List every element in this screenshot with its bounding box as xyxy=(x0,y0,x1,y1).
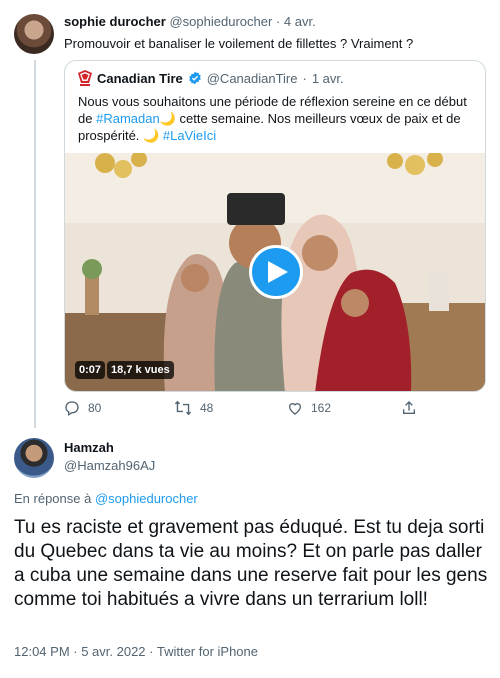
retweet-count: 48 xyxy=(200,401,214,415)
like-count: 162 xyxy=(311,401,332,415)
video-views: 18,7 k vues xyxy=(107,361,174,379)
canadian-tire-logo-icon xyxy=(78,70,92,86)
mention-link[interactable]: @sophiedurocher xyxy=(95,491,198,506)
tweet-body: sophie durocher @sophiedurocher · 4 avr.… xyxy=(64,14,484,52)
avatar[interactable] xyxy=(14,438,54,478)
retweet-button[interactable]: 48 xyxy=(174,400,213,416)
video-duration: 0:07 xyxy=(75,361,106,379)
retweet-icon xyxy=(174,400,192,416)
heart-icon xyxy=(288,403,302,415)
video-thumbnail[interactable]: 0:07 18,7 k vues xyxy=(65,153,485,391)
quoted-author-handle[interactable]: @CanadianTire xyxy=(207,71,298,86)
like-button[interactable]: 162 xyxy=(287,400,331,416)
tweet-actions: 80 48 162 xyxy=(64,400,484,420)
quoted-author-name[interactable]: Canadian Tire xyxy=(97,71,183,86)
quoted-tweet-time[interactable]: 1 avr. xyxy=(312,71,344,86)
author-name[interactable]: sophie durocher xyxy=(64,14,166,29)
quoted-tweet-text: Nous vous souhaitons une période de réfl… xyxy=(78,93,478,144)
reply-icon xyxy=(65,401,79,416)
hashtag-lavieici[interactable]: #LaVieIci xyxy=(163,128,216,143)
quoted-tweet-header: Canadian Tire @CanadianTire · 1 avr. xyxy=(78,70,344,86)
play-icon xyxy=(268,261,288,283)
tweet-text: Promouvoir et banaliser le voilement de … xyxy=(64,36,414,51)
hashtag-ramadan[interactable]: #Ramadan xyxy=(96,111,160,126)
reply-tweet[interactable]: Hamzah @Hamzah96AJ En réponse à @sophied… xyxy=(0,428,500,678)
reply-timestamp[interactable]: 12:04 PM · 5 avr. 2022 · Twitter for iPh… xyxy=(14,644,258,659)
tweet-header: sophie durocher @sophiedurocher · 4 avr. xyxy=(64,14,484,30)
share-button[interactable] xyxy=(401,400,417,416)
quoted-tweet[interactable]: Canadian Tire @CanadianTire · 1 avr. Nou… xyxy=(64,60,486,392)
reply-author-name[interactable]: Hamzah xyxy=(64,440,114,455)
reply-button[interactable]: 80 xyxy=(64,400,101,416)
original-tweet[interactable]: sophie durocher @sophiedurocher · 4 avr.… xyxy=(0,0,500,428)
video-meta: 0:07 18,7 k vues xyxy=(75,361,174,379)
reply-text: Tu es raciste et gravement pas éduqué. E… xyxy=(14,517,488,610)
separator: · xyxy=(302,70,307,86)
separator: · xyxy=(275,14,281,29)
play-button[interactable] xyxy=(249,245,303,299)
in-reply-to: En réponse à @sophiedurocher xyxy=(14,491,198,506)
avatar[interactable] xyxy=(14,14,54,54)
in-reply-prefix: En réponse à xyxy=(14,491,95,506)
reply-author-handle[interactable]: @Hamzah96AJ xyxy=(64,458,155,473)
reply-count: 80 xyxy=(88,401,102,415)
crescent-moon-emoji: 🌙 xyxy=(143,128,160,143)
tweet-time[interactable]: 4 avr. xyxy=(284,14,316,29)
author-handle[interactable]: @sophiedurocher xyxy=(169,14,272,29)
share-icon xyxy=(403,401,415,414)
crescent-moon-emoji: 🌙 xyxy=(159,111,176,126)
verified-badge-icon xyxy=(188,71,202,85)
